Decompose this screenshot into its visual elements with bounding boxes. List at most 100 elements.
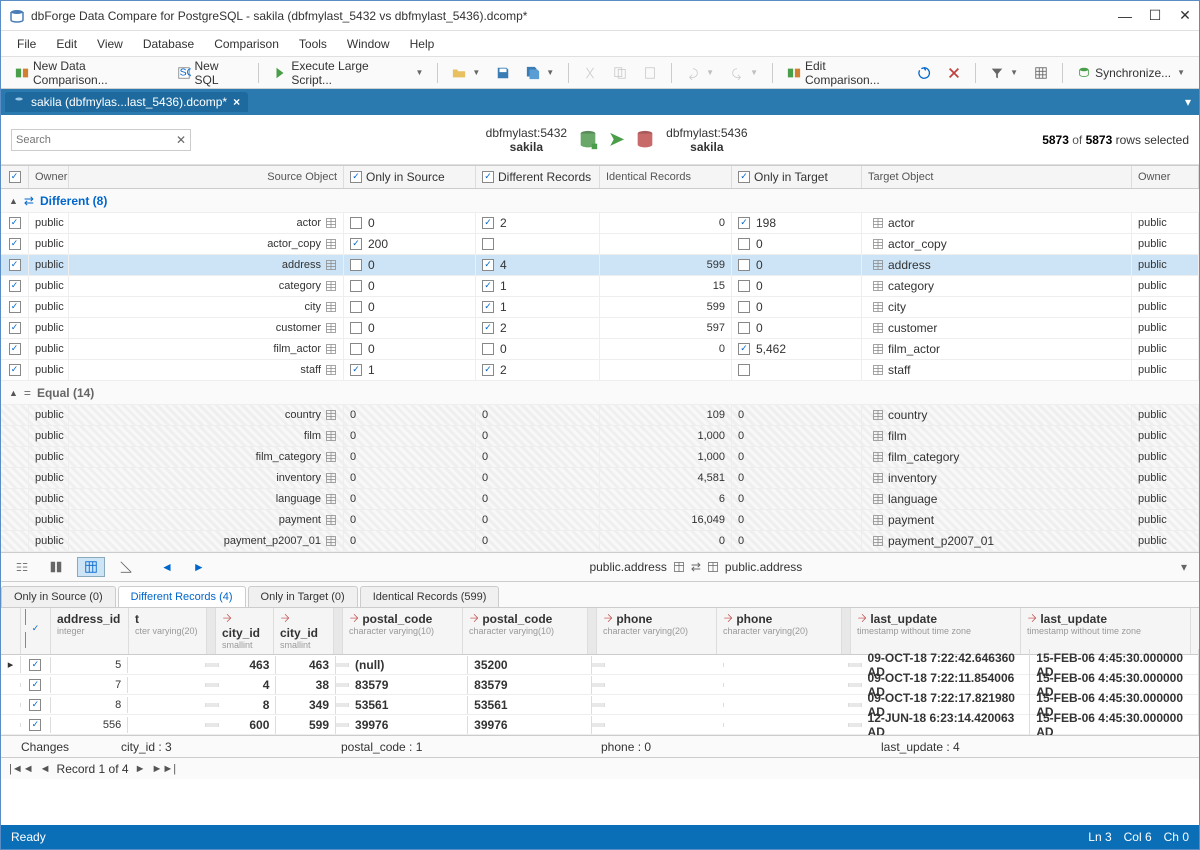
table-row[interactable]: publicstaff12staffpublic [1, 360, 1199, 381]
search-input[interactable] [16, 134, 176, 146]
save-button[interactable] [490, 64, 516, 82]
table-row[interactable]: publiccountry001090countrypublic [1, 405, 1199, 426]
menu-tools[interactable]: Tools [291, 35, 335, 53]
view-mode-1[interactable] [9, 558, 35, 576]
row-checkbox[interactable] [9, 322, 21, 334]
menu-comparison[interactable]: Comparison [206, 35, 287, 53]
row-checkbox[interactable] [482, 238, 494, 250]
nav-last[interactable]: ►►| [151, 763, 176, 775]
row-checkbox[interactable] [9, 280, 21, 292]
open-button[interactable]: ▼ [446, 64, 486, 82]
row-checkbox[interactable] [350, 364, 362, 376]
table-row[interactable]: publiccustomer025970customerpublic [1, 318, 1199, 339]
row-checkbox[interactable] [738, 364, 750, 376]
row-checkbox[interactable] [9, 238, 21, 250]
undo-button[interactable]: ▼ [680, 64, 720, 82]
row-checkbox[interactable] [738, 322, 750, 334]
row-checkbox[interactable] [350, 259, 362, 271]
table-row[interactable]: publicfilm001,0000filmpublic [1, 426, 1199, 447]
document-tab[interactable]: sakila (dbfmylas...last_5436).dcomp* × [5, 92, 248, 112]
row-checkbox[interactable] [738, 259, 750, 271]
row-checkbox[interactable] [350, 322, 362, 334]
nav-first[interactable]: |◄◄ [9, 763, 34, 775]
clear-search-icon[interactable]: ✕ [176, 133, 186, 147]
new-sql-button[interactable]: SQL New SQL [171, 57, 251, 89]
select-all-checkbox[interactable] [9, 171, 21, 183]
table-row[interactable]: publiccategory01150categorypublic [1, 276, 1199, 297]
refresh-button[interactable] [911, 64, 937, 82]
row-checkbox[interactable] [350, 217, 362, 229]
row-checkbox[interactable] [350, 301, 362, 313]
row-checkbox[interactable] [482, 301, 494, 313]
col-target-object[interactable]: Target Object [862, 166, 1132, 188]
detail-tab[interactable]: Different Records (4) [118, 586, 246, 607]
detail-tab[interactable]: Only in Source (0) [1, 586, 116, 607]
table-row[interactable]: publicactor020198actorpublic [1, 213, 1199, 234]
row-checkbox[interactable] [350, 238, 362, 250]
nav-next[interactable]: ► [135, 763, 146, 775]
row-checkbox[interactable] [9, 343, 21, 355]
group-different[interactable]: ▲⇄Different (8) [1, 189, 1199, 213]
delete-button[interactable] [941, 64, 967, 82]
synchronize-button[interactable]: Synchronize...▼ [1071, 64, 1191, 82]
cut-button[interactable] [577, 64, 603, 82]
next-diff-button[interactable]: ► [187, 558, 211, 576]
menu-view[interactable]: View [89, 35, 131, 53]
row-checkbox[interactable] [350, 280, 362, 292]
copy-button[interactable] [607, 64, 633, 82]
tabbar-dropdown[interactable]: ▾ [1185, 95, 1199, 109]
view-mode-2[interactable] [43, 558, 69, 576]
col-only-target[interactable]: Only in Target [732, 166, 862, 188]
nav-prev[interactable]: ◄ [40, 763, 51, 775]
new-comparison-button[interactable]: New Data Comparison... [9, 57, 167, 89]
menu-edit[interactable]: Edit [48, 35, 85, 53]
prev-diff-button[interactable]: ◄ [155, 558, 179, 576]
row-checkbox[interactable] [482, 343, 494, 355]
row-checkbox[interactable] [9, 259, 21, 271]
detail-tab[interactable]: Identical Records (599) [360, 586, 500, 607]
close-tab-icon[interactable]: × [233, 95, 240, 109]
col-owner[interactable]: Owner [29, 166, 69, 188]
row-checkbox[interactable] [9, 301, 21, 313]
row-checkbox[interactable] [738, 343, 750, 355]
row-checkbox[interactable] [482, 280, 494, 292]
table-row[interactable]: publiccity015990citypublic [1, 297, 1199, 318]
table-row[interactable]: publiclanguage0060languagepublic [1, 489, 1199, 510]
view-mode-4[interactable] [113, 558, 139, 576]
row-checkbox[interactable] [738, 238, 750, 250]
col-diff-records[interactable]: Different Records [476, 166, 600, 188]
table-row[interactable]: publicpayment0016,0490paymentpublic [1, 510, 1199, 531]
row-checkbox[interactable] [738, 301, 750, 313]
filter-button[interactable]: ▼ [984, 64, 1024, 82]
paste-button[interactable] [637, 64, 663, 82]
group-equal[interactable]: ▲=Equal (14) [1, 381, 1199, 405]
table-row[interactable]: publicaddress045990addresspublic [1, 255, 1199, 276]
search-input-wrapper[interactable]: ✕ [11, 129, 191, 151]
row-checkbox[interactable] [482, 322, 494, 334]
col-identical[interactable]: Identical Records [600, 166, 732, 188]
save-all-button[interactable]: ▼ [520, 64, 560, 82]
row-checkbox[interactable] [482, 364, 494, 376]
menu-help[interactable]: Help [402, 35, 443, 53]
view-mode-3[interactable] [77, 557, 105, 577]
close-button[interactable]: ✕ [1179, 10, 1191, 22]
menu-file[interactable]: File [9, 35, 44, 53]
table-row[interactable]: publicfilm_actor0005,462film_actorpublic [1, 339, 1199, 360]
grid-button[interactable] [1028, 64, 1054, 82]
row-checkbox[interactable] [350, 343, 362, 355]
row-checkbox[interactable] [738, 280, 750, 292]
edit-comparison-button[interactable]: Edit Comparison... [781, 57, 907, 89]
menu-window[interactable]: Window [339, 35, 398, 53]
table-row[interactable]: publicpayment_p2007_010000payment_p2007_… [1, 531, 1199, 552]
detail-tab[interactable]: Only in Target (0) [248, 586, 358, 607]
table-row[interactable]: publicfilm_category001,0000film_category… [1, 447, 1199, 468]
row-checkbox[interactable] [482, 217, 494, 229]
col-only-source[interactable]: Only in Source [344, 166, 476, 188]
detail-row[interactable]: 556600599399763997612-JUN-18 6:23:14.420… [1, 715, 1199, 735]
menu-database[interactable]: Database [135, 35, 202, 53]
col-target-owner[interactable]: Owner [1132, 166, 1199, 188]
minimize-button[interactable]: — [1119, 10, 1131, 22]
redo-button[interactable]: ▼ [724, 64, 764, 82]
table-row[interactable]: publicactor_copy2000actor_copypublic [1, 234, 1199, 255]
detail-dropdown[interactable]: ▾ [1181, 560, 1191, 574]
